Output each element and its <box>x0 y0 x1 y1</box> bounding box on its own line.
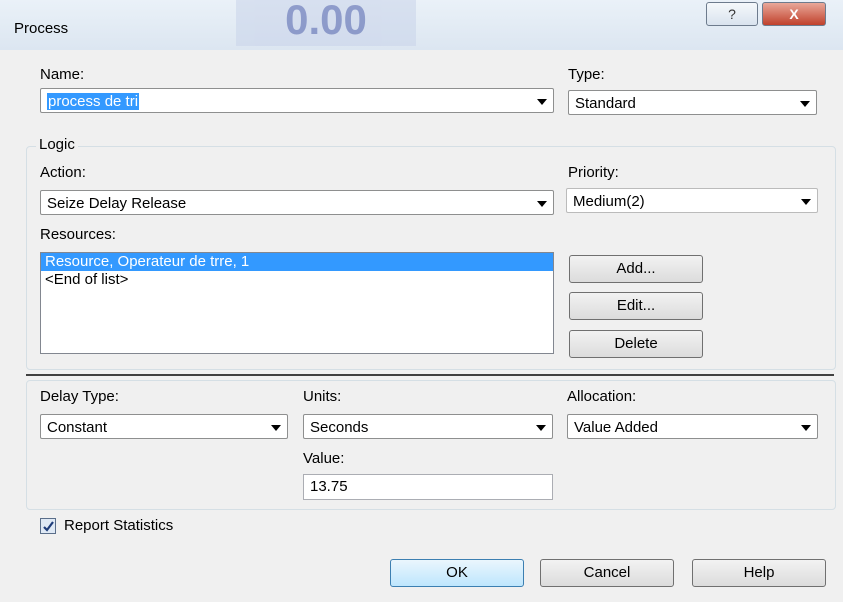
priority-select[interactable]: Medium(2) <box>566 188 818 213</box>
delay-type-select[interactable]: Constant <box>40 414 288 439</box>
name-label: Name: <box>40 66 85 83</box>
delay-type-value: Constant <box>47 419 108 436</box>
value-input[interactable]: 13.75 <box>303 474 553 500</box>
close-icon: X <box>789 6 799 22</box>
type-select[interactable]: Standard <box>568 90 817 115</box>
chevron-down-icon <box>537 99 547 105</box>
priority-label: Priority: <box>568 164 619 181</box>
list-item[interactable]: <End of list> <box>41 271 553 289</box>
chevron-down-icon <box>536 425 546 431</box>
chevron-down-icon <box>801 425 811 431</box>
edit-button[interactable]: Edit... <box>569 292 703 320</box>
close-button[interactable]: X <box>762 2 826 26</box>
report-statistics-checkbox[interactable] <box>40 518 56 534</box>
chevron-down-icon <box>537 201 547 207</box>
question-mark-icon: ? <box>728 6 736 22</box>
section-divider <box>26 374 834 376</box>
value-text: 13.75 <box>310 478 348 495</box>
chevron-down-icon <box>800 101 810 107</box>
cancel-button[interactable]: Cancel <box>540 559 674 587</box>
checkmark-icon <box>43 521 54 532</box>
report-statistics-label[interactable]: Report Statistics <box>64 517 173 534</box>
allocation-label: Allocation: <box>567 388 637 405</box>
process-dialog: 0.00 Process ? X Name: process de tri Ty… <box>0 0 843 602</box>
type-label: Type: <box>568 66 605 83</box>
logic-group-label: Logic <box>36 136 78 153</box>
chevron-down-icon <box>271 425 281 431</box>
action-label: Action: <box>40 164 86 181</box>
delete-button[interactable]: Delete <box>569 330 703 358</box>
list-item[interactable]: Resource, Operateur de trre, 1 <box>41 253 553 271</box>
chevron-down-icon <box>801 199 811 205</box>
background-window-text: 0.00 <box>236 0 416 46</box>
action-value: Seize Delay Release <box>47 195 187 212</box>
units-value: Seconds <box>310 419 369 436</box>
resources-list[interactable]: Resource, Operateur de trre, 1 <End of l… <box>40 252 554 354</box>
help-button[interactable]: Help <box>692 559 826 587</box>
units-label: Units: <box>303 388 342 405</box>
allocation-value: Value Added <box>574 419 658 436</box>
resources-label: Resources: <box>40 226 116 243</box>
add-button[interactable]: Add... <box>569 255 703 283</box>
action-select[interactable]: Seize Delay Release <box>40 190 554 215</box>
dialog-title: Process <box>14 20 69 37</box>
title-bar[interactable]: 0.00 Process ? X <box>0 0 843 50</box>
ok-button[interactable]: OK <box>390 559 524 587</box>
value-label: Value: <box>303 450 345 467</box>
priority-value: Medium(2) <box>573 193 645 210</box>
units-select[interactable]: Seconds <box>303 414 553 439</box>
type-value: Standard <box>575 95 636 112</box>
allocation-select[interactable]: Value Added <box>567 414 818 439</box>
name-combobox[interactable]: process de tri <box>40 88 554 113</box>
context-help-button[interactable]: ? <box>706 2 758 26</box>
delay-type-label: Delay Type: <box>40 388 119 405</box>
name-value: process de tri <box>47 93 140 110</box>
